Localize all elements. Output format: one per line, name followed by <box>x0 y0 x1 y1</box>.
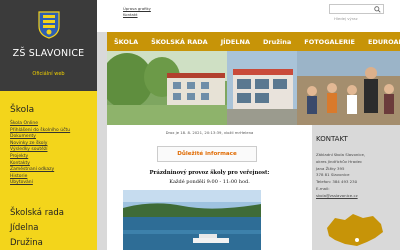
sidebar-section-jidelna[interactable]: Jídelna <box>10 223 38 233</box>
search-input[interactable] <box>330 14 370 23</box>
contact-email-link[interactable]: skola@zsslavonice.cz <box>316 193 365 200</box>
holiday-hours-text: Každé pondělí 9:00 - 11:00 hod. <box>169 179 250 185</box>
main-content: Drox je 18. 8. 2021, 20:13:39, vložil mr… <box>107 125 312 250</box>
graphics-settings-link[interactable]: Úprava grafiky <box>123 6 151 12</box>
nav-item-eduroam[interactable]: EDUROAM <box>361 38 400 46</box>
nav-item-skola[interactable]: ŠKOLA <box>107 38 144 46</box>
sidebar-link[interactable]: Dokumenty <box>10 134 70 141</box>
school-name[interactable]: ZŠ SLAVONICE <box>0 48 97 59</box>
contact-link[interactable]: Kontakt <box>123 12 151 18</box>
page: ZŠ SLAVONICE Oficiální web Škola Škola O… <box>0 0 400 250</box>
left-sidebar: ZŠ SLAVONICE Oficiální web Škola Škola O… <box>0 0 97 250</box>
contact-line: 378 81 Slavonice <box>316 172 350 178</box>
sidebar-link[interactable]: Projekty <box>10 154 70 161</box>
lake-photo[interactable] <box>123 190 261 250</box>
sidebar-section-druzina[interactable]: Družina <box>10 238 43 248</box>
article-meta: Drox je 18. 8. 2021, 20:13:39, vložil mr… <box>165 130 254 135</box>
contact-line: Jana Žižky 395 <box>316 165 345 171</box>
search-icon[interactable] <box>374 6 381 13</box>
main-nav: ŠKOLA ŠKOLSKÁ RADA JÍDELNA Družina FOTOG… <box>107 32 400 51</box>
holiday-hours-title: Prázdninový provoz školy pro veřejnost: <box>149 170 270 176</box>
school-crest-icon[interactable] <box>38 11 60 39</box>
sidebar-link[interactable]: Zaměstnaní odkazy <box>10 167 70 174</box>
contact-details: Základní škola Slavonice, okres Jindřich… <box>316 152 365 200</box>
nav-item-fotogalerie[interactable]: FOTOGALERIE <box>297 38 361 46</box>
sidebar-section-skolska-rada[interactable]: Školská rada <box>10 208 64 218</box>
sidebar-link[interactable]: Škola Online <box>10 121 70 128</box>
czech-map-icon <box>327 214 383 246</box>
nav-item-skolska-rada[interactable]: ŠKOLSKÁ RADA <box>144 38 214 46</box>
contact-line: Základní škola Slavonice, <box>316 152 366 157</box>
top-header: Úprava grafiky Kontakt <box>97 0 400 32</box>
contact-title: KONTAKT <box>316 135 348 143</box>
nav-item-jidelna[interactable]: JÍDELNA <box>214 38 256 46</box>
search-box <box>329 4 384 23</box>
site-subtitle: Oficiální web <box>32 71 65 77</box>
nav-item-druzina[interactable]: Družina <box>256 38 297 46</box>
sidebar-link-list: Škola Online Přihlášení do školního účtu… <box>10 121 70 187</box>
sidebar-link[interactable]: Ubytování <box>10 180 70 187</box>
contact-panel: KONTAKT Základní škola Slavonice, okres … <box>312 125 400 250</box>
contact-line: Telefon: 384 493 230 <box>316 179 358 185</box>
header-links: Úprava grafiky Kontakt <box>123 6 151 18</box>
hero-photo-collage <box>107 51 400 125</box>
notice-box: Důležité informace <box>157 146 257 162</box>
contact-line: okres Jindřichův Hradec <box>316 158 363 164</box>
sidebar-heading-skola[interactable]: Škola <box>10 105 34 115</box>
sidebar-link[interactable]: Výsledky soutěží <box>10 147 70 154</box>
brand-block: ZŠ SLAVONICE Oficiální web <box>0 0 97 91</box>
contact-line: E-mail: <box>316 185 330 191</box>
